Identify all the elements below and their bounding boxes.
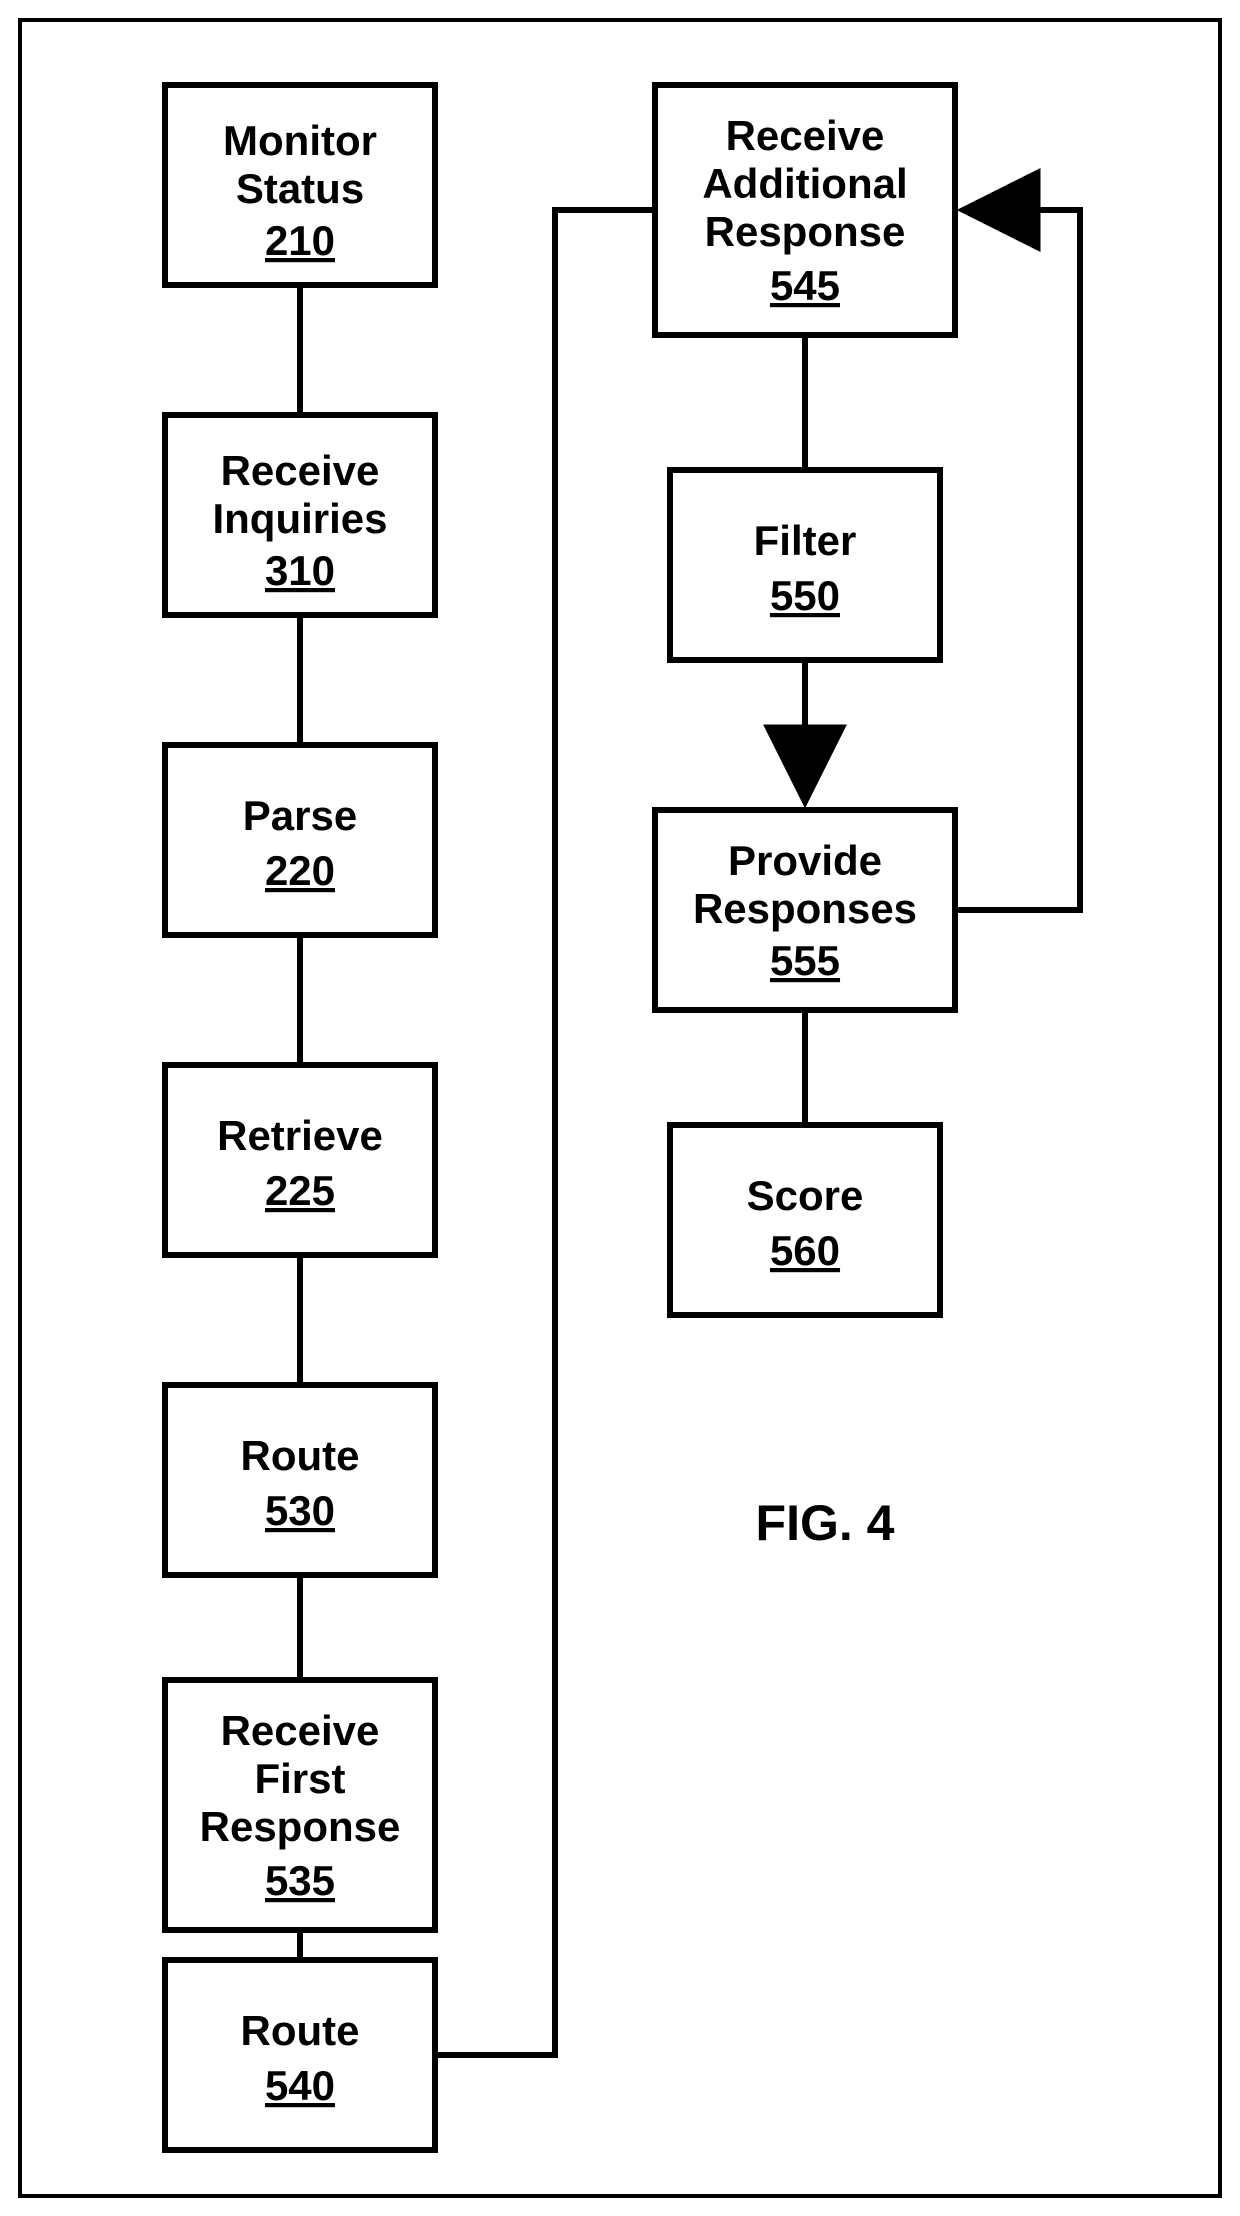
node-filter: Filter 550 [670, 470, 940, 660]
node-number: 545 [770, 262, 840, 309]
node-label: Parse [243, 792, 357, 839]
node-monitor-status: Monitor Status 210 [165, 85, 435, 285]
node-label: Receive [221, 447, 380, 494]
node-number: 550 [770, 572, 840, 619]
node-number: 535 [265, 1857, 335, 1904]
node-retrieve: Retrieve 225 [165, 1065, 435, 1255]
edge-540-545 [435, 210, 655, 2055]
node-number: 530 [265, 1487, 335, 1534]
node-route-530: Route 530 [165, 1385, 435, 1575]
node-label: Filter [754, 517, 857, 564]
node-receive-first-response: Receive First Response 535 [165, 1680, 435, 1930]
node-label: Response [705, 208, 906, 255]
node-parse: Parse 220 [165, 745, 435, 935]
node-label: Score [747, 1172, 864, 1219]
node-label: Provide [728, 837, 882, 884]
node-label: Retrieve [217, 1112, 383, 1159]
node-route-540: Route 540 [165, 1960, 435, 2150]
edge-555-545-loop [955, 210, 1080, 910]
node-label: Status [236, 165, 364, 212]
node-receive-additional-response: Receive Additional Response 545 [655, 85, 955, 335]
node-label: Route [241, 2007, 360, 2054]
node-label: Inquiries [212, 495, 387, 542]
flowchart-canvas: Monitor Status 210 Receive Inquiries 310… [0, 0, 1240, 2216]
node-label: Route [241, 1432, 360, 1479]
node-number: 310 [265, 547, 335, 594]
node-label: Additional [702, 160, 907, 207]
node-label: Responses [693, 885, 917, 932]
node-number: 555 [770, 937, 840, 984]
node-number: 210 [265, 217, 335, 264]
node-label: Response [200, 1803, 401, 1850]
node-label: First [254, 1755, 345, 1802]
node-label: Monitor [223, 117, 377, 164]
node-label: Receive [221, 1707, 380, 1754]
node-number: 220 [265, 847, 335, 894]
node-score: Score 560 [670, 1125, 940, 1315]
node-number: 560 [770, 1227, 840, 1274]
node-label: Receive [726, 112, 885, 159]
node-number: 225 [265, 1167, 335, 1214]
node-number: 540 [265, 2062, 335, 2109]
node-receive-inquiries: Receive Inquiries 310 [165, 415, 435, 615]
node-provide-responses: Provide Responses 555 [655, 810, 955, 1010]
figure-label: FIG. 4 [756, 1495, 895, 1551]
